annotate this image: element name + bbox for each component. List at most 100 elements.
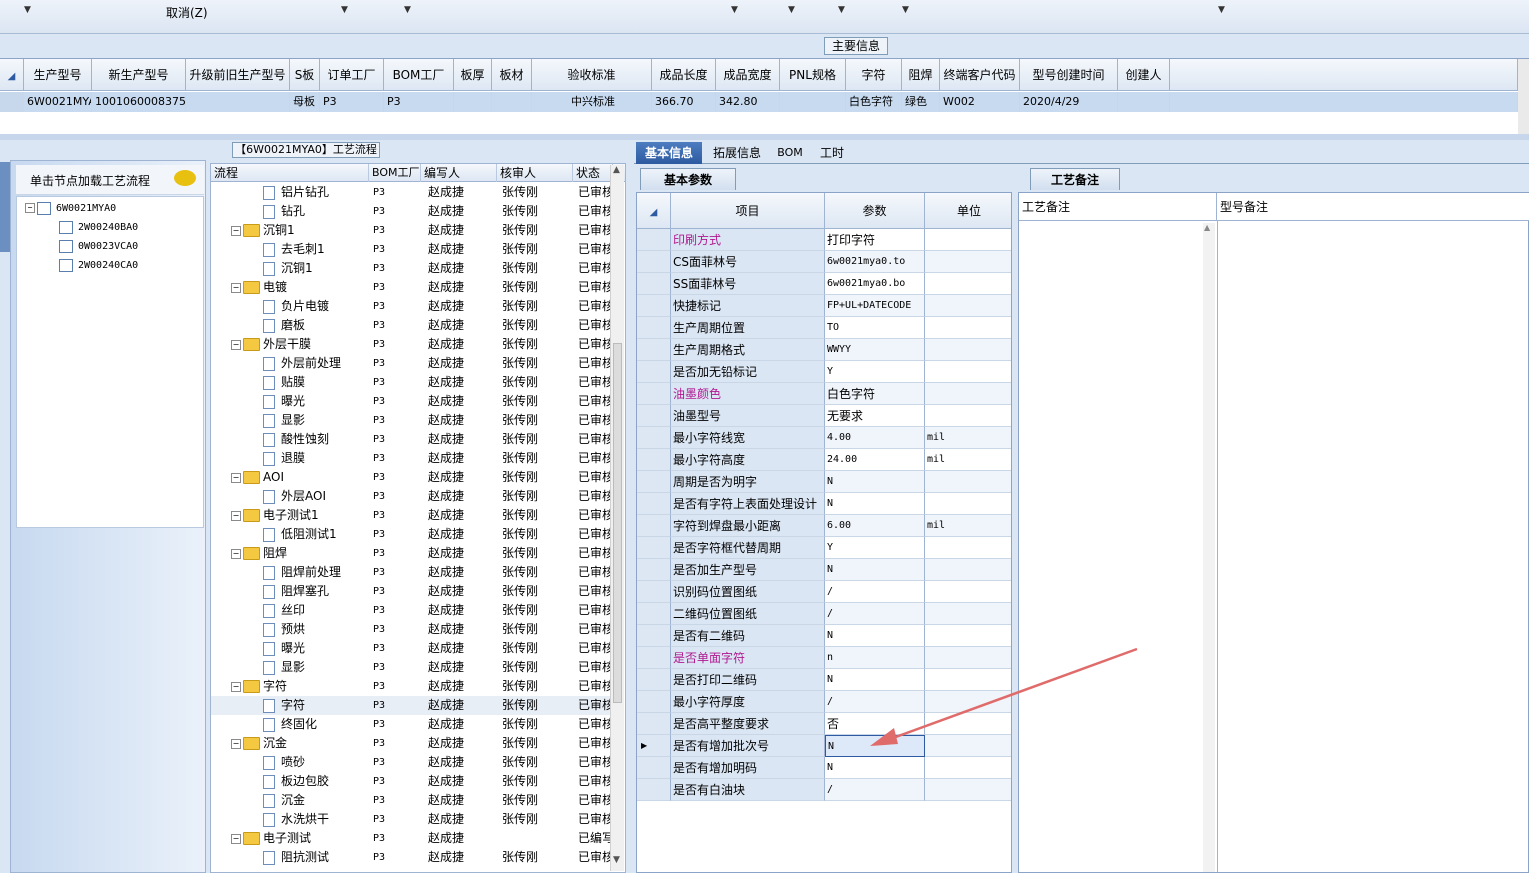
param-row[interactable]: 生产周期位置 TO — [637, 317, 1011, 339]
speech-bubble-icon[interactable] — [174, 170, 196, 186]
flow-group-row[interactable]: −电子测试1P3赵成捷张传刚已审核 — [211, 506, 621, 525]
param-row[interactable]: 二维码位置图纸 / — [637, 603, 1011, 625]
notes-col-model[interactable]: 型号备注 — [1217, 193, 1527, 221]
param-row[interactable]: CS面菲林号 6w0021mya0.to — [637, 251, 1011, 273]
collapse-icon[interactable]: − — [25, 203, 35, 213]
row-indicator[interactable] — [637, 361, 671, 383]
dropdown-arrow-icon[interactable]: ▼ — [838, 5, 845, 15]
param-value-cell[interactable]: N — [825, 471, 925, 493]
flow-step-row[interactable]: 酸性蚀刻P3赵成捷张传刚已审核 — [211, 430, 621, 449]
flow-step-row[interactable]: 曝光P3赵成捷张传刚已审核 — [211, 392, 621, 411]
row-indicator[interactable] — [637, 713, 671, 735]
flow-step-row[interactable]: 沉金P3赵成捷张传刚已审核 — [211, 791, 621, 810]
param-row[interactable]: 是否有字符上表面处理设计 N — [637, 493, 1011, 515]
scroll-thumb[interactable] — [613, 343, 622, 703]
dropdown-arrow-icon[interactable]: ▼ — [788, 5, 795, 15]
params-col-unit[interactable]: 单位 — [925, 193, 1011, 229]
row-indicator[interactable] — [637, 515, 671, 537]
checkbox[interactable] — [59, 220, 73, 234]
param-row[interactable]: 识别码位置图纸 / — [637, 581, 1011, 603]
param-value-cell[interactable]: / — [825, 603, 925, 625]
dropdown-arrow-icon[interactable]: ▼ — [1218, 5, 1225, 15]
cancel-button[interactable]: 取消(Z) — [166, 4, 208, 21]
param-row[interactable]: 生产周期格式 WWYY — [637, 339, 1011, 361]
param-row[interactable]: 周期是否为明字 N — [637, 471, 1011, 493]
flow-group-row[interactable]: −电子测试P3赵成捷已编写 — [211, 829, 621, 848]
flow-step-row[interactable]: 板边包胶P3赵成捷张传刚已审核 — [211, 772, 621, 791]
flow-step-row[interactable]: 终固化P3赵成捷张传刚已审核 — [211, 715, 621, 734]
param-value-cell[interactable]: WWYY — [825, 339, 925, 361]
param-row[interactable]: 油墨型号 无要求 — [637, 405, 1011, 427]
scroll-up-icon[interactable]: ▲ — [1204, 223, 1210, 232]
basic-params-tab[interactable]: 基本参数 — [640, 168, 736, 190]
params-col-item[interactable]: 项目 — [671, 193, 825, 229]
row-indicator[interactable] — [637, 757, 671, 779]
dropdown-arrow-icon[interactable]: ▼ — [731, 5, 738, 15]
row-indicator[interactable] — [637, 779, 671, 801]
param-value-cell[interactable]: / — [825, 581, 925, 603]
tree-node[interactable]: 0W0023VCA0 — [59, 238, 138, 256]
param-value-cell[interactable]: FP+UL+DATECODE — [825, 295, 925, 317]
flow-col-writer[interactable]: 编写人 — [421, 164, 497, 182]
row-indicator[interactable] — [637, 581, 671, 603]
process-notes-tab[interactable]: 工艺备注 — [1030, 168, 1120, 190]
flow-step-row[interactable]: 去毛刺1P3赵成捷张传刚已审核 — [211, 240, 621, 259]
tree-node[interactable]: 2W00240CA0 — [59, 257, 138, 275]
main-cell[interactable] — [454, 92, 492, 112]
flow-step-row[interactable]: 字符P3赵成捷张传刚已审核 — [211, 696, 621, 715]
param-row[interactable]: 印刷方式 打印字符 — [637, 229, 1011, 251]
flow-col-reviewer[interactable]: 核审人 — [497, 164, 573, 182]
collapse-icon[interactable]: − — [231, 282, 241, 293]
param-value-cell[interactable]: N — [825, 757, 925, 779]
flow-group-row[interactable]: −沉金P3赵成捷张传刚已审核 — [211, 734, 621, 753]
flow-step-row[interactable]: 退膜P3赵成捷张传刚已审核 — [211, 449, 621, 468]
param-row[interactable]: 油墨颜色 白色字符 — [637, 383, 1011, 405]
main-cell[interactable]: 绿色 — [902, 92, 940, 112]
flow-group-row[interactable]: −AOIP3赵成捷张传刚已审核 — [211, 468, 621, 487]
param-value-cell[interactable]: N — [825, 493, 925, 515]
param-row[interactable]: 是否加生产型号 N — [637, 559, 1011, 581]
main-cell[interactable]: P3 — [384, 92, 454, 112]
main-cell[interactable]: 6W0021MYA0 — [24, 92, 92, 112]
flow-group-row[interactable]: −沉铜1P3赵成捷张传刚已审核 — [211, 221, 621, 240]
main-cell[interactable] — [1118, 92, 1170, 112]
param-value-cell[interactable]: 24.00 — [825, 449, 925, 471]
flow-step-row[interactable]: 丝印P3赵成捷张传刚已审核 — [211, 601, 621, 620]
row-indicator[interactable] — [637, 691, 671, 713]
param-row[interactable]: 是否有白油块 / — [637, 779, 1011, 801]
param-value-cell[interactable]: / — [825, 779, 925, 801]
collapse-icon[interactable]: − — [231, 548, 241, 559]
row-indicator[interactable] — [637, 273, 671, 295]
row-indicator[interactable] — [637, 669, 671, 691]
param-row[interactable]: 是否字符框代替周期 Y — [637, 537, 1011, 559]
collapse-icon[interactable]: − — [231, 339, 241, 350]
row-indicator[interactable] — [637, 383, 671, 405]
flow-step-row[interactable]: 阻焊塞孔P3赵成捷张传刚已审核 — [211, 582, 621, 601]
checkbox[interactable] — [59, 239, 73, 253]
param-value-cell[interactable]: Y — [825, 361, 925, 383]
param-value-cell[interactable]: 无要求 — [825, 405, 925, 427]
row-indicator[interactable] — [637, 625, 671, 647]
param-value-cell[interactable]: 4.00 — [825, 427, 925, 449]
horizontal-splitter[interactable] — [0, 134, 1529, 140]
row-indicator[interactable] — [637, 647, 671, 669]
notes-col-process[interactable]: 工艺备注 — [1019, 193, 1217, 221]
tab-bom[interactable]: BOM — [772, 142, 808, 164]
checkbox[interactable] — [37, 201, 51, 215]
flow-step-row[interactable]: 显影P3赵成捷张传刚已审核 — [211, 411, 621, 430]
row-indicator[interactable] — [637, 405, 671, 427]
params-col-value[interactable]: 参数 — [825, 193, 925, 229]
flow-step-row[interactable]: 贴膜P3赵成捷张传刚已审核 — [211, 373, 621, 392]
flow-step-row[interactable]: 阻抗测试P3赵成捷张传刚已审核 — [211, 848, 621, 867]
main-cell[interactable]: 366.70 — [652, 92, 716, 112]
flow-step-row[interactable]: 磨板P3赵成捷张传刚已审核 — [211, 316, 621, 335]
flow-step-row[interactable]: 沉铜1P3赵成捷张传刚已审核 — [211, 259, 621, 278]
row-indicator[interactable]: ▶ — [637, 735, 671, 757]
row-indicator[interactable] — [637, 427, 671, 449]
flow-group-row[interactable]: −电镀P3赵成捷张传刚已审核 — [211, 278, 621, 297]
row-indicator[interactable] — [637, 559, 671, 581]
param-value-cell[interactable]: 6w0021mya0.bo — [825, 273, 925, 295]
collapse-icon[interactable]: − — [231, 681, 241, 692]
flow-group-row[interactable]: −字符P3赵成捷张传刚已审核 — [211, 677, 621, 696]
row-indicator[interactable] — [637, 449, 671, 471]
